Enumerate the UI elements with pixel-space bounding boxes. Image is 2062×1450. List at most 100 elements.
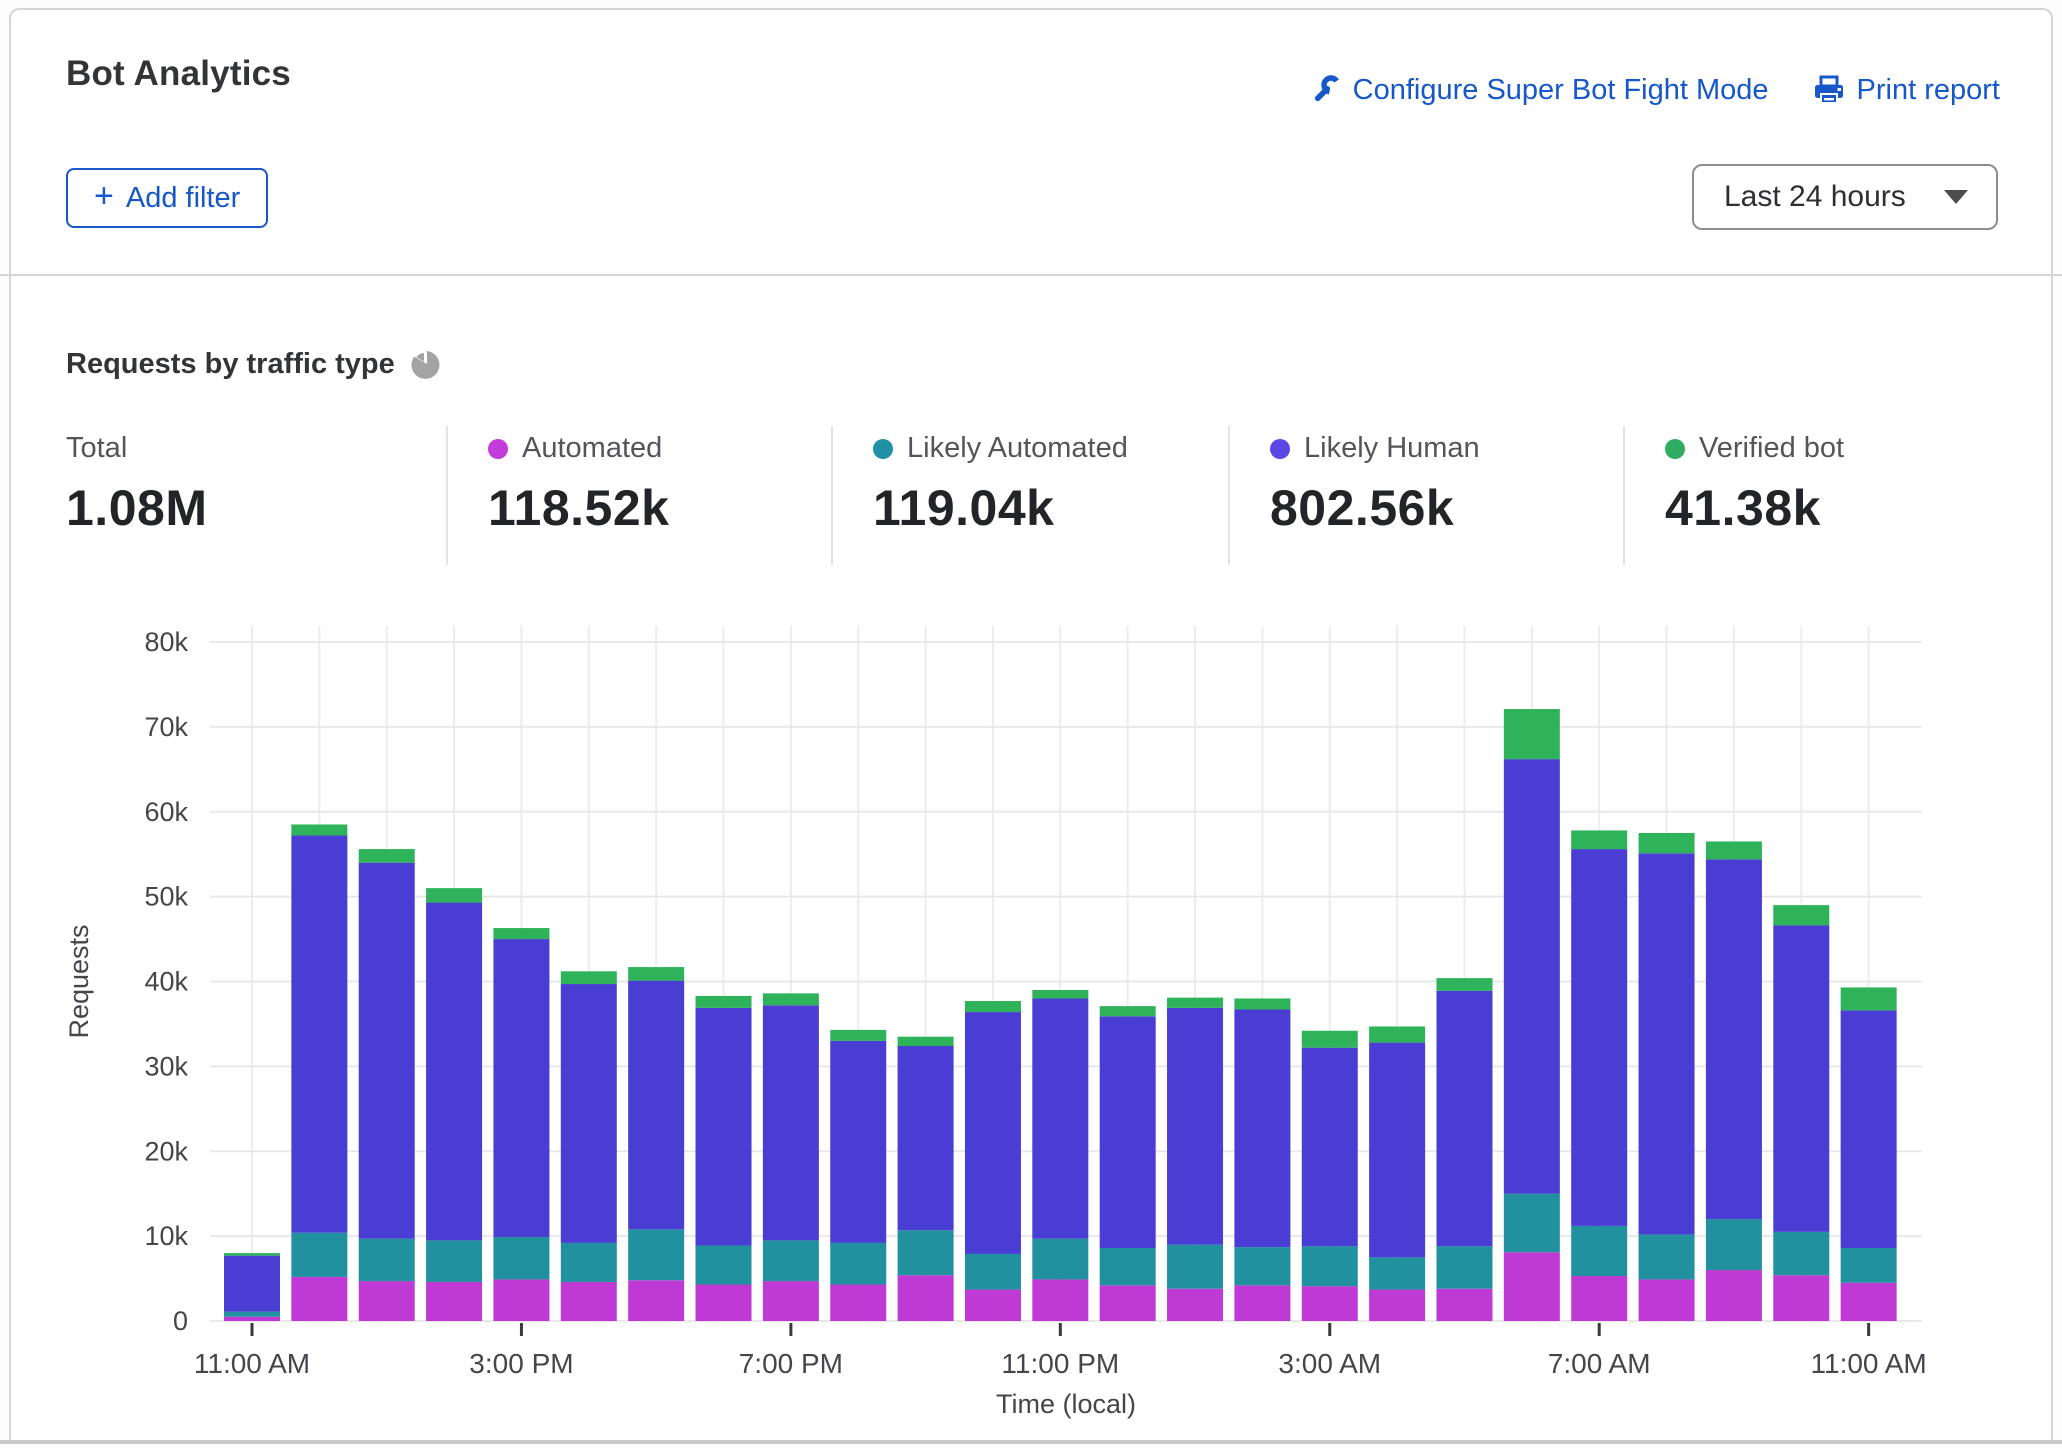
bar-segment	[1841, 1283, 1897, 1321]
x-axis-tick	[1328, 1323, 1331, 1336]
bar-segment	[1100, 1016, 1156, 1248]
bar-segment	[224, 1317, 280, 1321]
bar-segment	[965, 1254, 1021, 1290]
bar-segment	[1436, 978, 1492, 991]
bar-segment	[1234, 998, 1290, 1009]
stat-verified-bot-label: Verified bot	[1699, 432, 1844, 465]
y-axis-tick-label: 10k	[144, 1221, 188, 1251]
bar-segment	[763, 993, 819, 1005]
bar-segment	[291, 1277, 347, 1321]
bar-segment	[1302, 1246, 1358, 1286]
bar-segment	[1773, 1275, 1829, 1321]
y-axis-tick-label: 80k	[144, 627, 188, 657]
bar-segment	[359, 849, 415, 863]
stat-likely-automated: Likely Automated 119.04k	[831, 426, 1228, 565]
bar-segment	[359, 1239, 415, 1281]
bar-segment	[1234, 1010, 1290, 1248]
bar-segment	[1841, 1010, 1897, 1248]
bar-segment	[696, 1285, 752, 1321]
stat-automated-value: 118.52k	[488, 479, 831, 537]
pie-chart-icon	[411, 350, 441, 380]
bar-segment	[1302, 1031, 1358, 1048]
bar-segment	[763, 1005, 819, 1240]
bar-segment	[561, 1243, 617, 1282]
y-axis-tick-label: 40k	[144, 967, 188, 997]
bar-segment	[830, 1285, 886, 1321]
chevron-down-icon	[1944, 190, 1968, 204]
bar-segment	[830, 1243, 886, 1285]
bar-segment	[696, 996, 752, 1008]
stat-verified-bot-value: 41.38k	[1665, 479, 2062, 537]
bar-segment	[1100, 1248, 1156, 1285]
x-axis-tick	[251, 1323, 254, 1336]
bar-segment	[1100, 1006, 1156, 1016]
bar-segment	[1639, 833, 1695, 853]
bar-segment	[493, 928, 549, 939]
x-axis-tick	[789, 1323, 792, 1336]
stat-likely-human: Likely Human 802.56k	[1228, 426, 1623, 565]
bar-segment	[1571, 1226, 1627, 1276]
bar-segment	[1369, 1043, 1425, 1258]
stat-total: Total 1.08M	[0, 426, 446, 565]
y-axis-tick-label: 70k	[144, 712, 188, 742]
bar-segment	[1100, 1285, 1156, 1321]
x-axis-tick-label: 3:00 AM	[1278, 1348, 1381, 1379]
bar-segment	[696, 1245, 752, 1284]
bar-segment	[1504, 709, 1560, 759]
bar-segment	[426, 888, 482, 902]
bar-segment	[1234, 1247, 1290, 1285]
y-axis-tick-label: 50k	[144, 882, 188, 912]
bar-segment	[1369, 1257, 1425, 1289]
bot-analytics-page: Bot Analytics Configure Super Bot Fight …	[0, 0, 2062, 1450]
bar-segment	[1167, 1289, 1223, 1321]
bar-segment	[1773, 905, 1829, 925]
bar-segment	[1639, 1279, 1695, 1321]
section-title-row: Requests by traffic type	[66, 348, 441, 381]
bar-segment	[898, 1037, 954, 1046]
bar-segment	[1841, 987, 1897, 1010]
stat-likely-human-label: Likely Human	[1304, 432, 1480, 465]
bar-segment	[426, 1282, 482, 1321]
y-axis-tick-label: 20k	[144, 1136, 188, 1166]
bar-segment	[763, 1240, 819, 1281]
x-axis-tick-label: 11:00 PM	[1001, 1348, 1119, 1379]
x-axis-tick	[1059, 1323, 1062, 1336]
bar-segment	[965, 1001, 1021, 1012]
x-axis-tick-label: 3:00 PM	[469, 1348, 573, 1379]
bar-segment	[224, 1253, 280, 1256]
bar-segment	[628, 967, 684, 981]
add-filter-button[interactable]: + Add filter	[66, 168, 268, 228]
bar-segment	[1706, 841, 1762, 859]
bar-segment	[426, 903, 482, 1241]
bar-segment	[628, 981, 684, 1230]
bar-segment	[493, 939, 549, 1237]
bar-segment	[493, 1279, 549, 1321]
bar-segment	[1436, 991, 1492, 1246]
bar-segment	[898, 1275, 954, 1321]
print-report-link[interactable]: Print report	[1813, 74, 2000, 107]
bar-segment	[1706, 859, 1762, 1219]
bar-segment	[561, 984, 617, 1243]
configure-super-bot-fight-mode-link[interactable]: Configure Super Bot Fight Mode	[1309, 74, 1769, 107]
bar-segment	[493, 1237, 549, 1279]
y-axis-tick-label: 30k	[144, 1051, 188, 1081]
bar-segment	[1773, 925, 1829, 1231]
bar-segment	[561, 1282, 617, 1321]
bar-segment	[1773, 1232, 1829, 1275]
y-axis-tick-label: 60k	[144, 797, 188, 827]
bar-segment	[1167, 1008, 1223, 1245]
traffic-type-stats: Total 1.08M Automated 118.52k Likely Aut…	[0, 426, 2062, 565]
bar-segment	[426, 1240, 482, 1282]
header-links: Configure Super Bot Fight Mode Print rep…	[1309, 74, 2000, 107]
time-range-dropdown[interactable]: Last 24 hours	[1692, 164, 1998, 230]
stat-verified-bot: Verified bot 41.38k	[1623, 426, 2062, 565]
card-header: Bot Analytics Configure Super Bot Fight …	[0, 0, 2062, 274]
bar-segment	[1571, 1276, 1627, 1321]
bar-segment	[965, 1012, 1021, 1254]
bar-segment	[1032, 1279, 1088, 1321]
bar-segment	[1302, 1286, 1358, 1321]
x-axis-tick-label: 7:00 AM	[1548, 1348, 1651, 1379]
bar-segment	[1571, 830, 1627, 849]
automated-dot-icon	[488, 439, 508, 459]
x-axis-title: Time (local)	[996, 1389, 1136, 1419]
